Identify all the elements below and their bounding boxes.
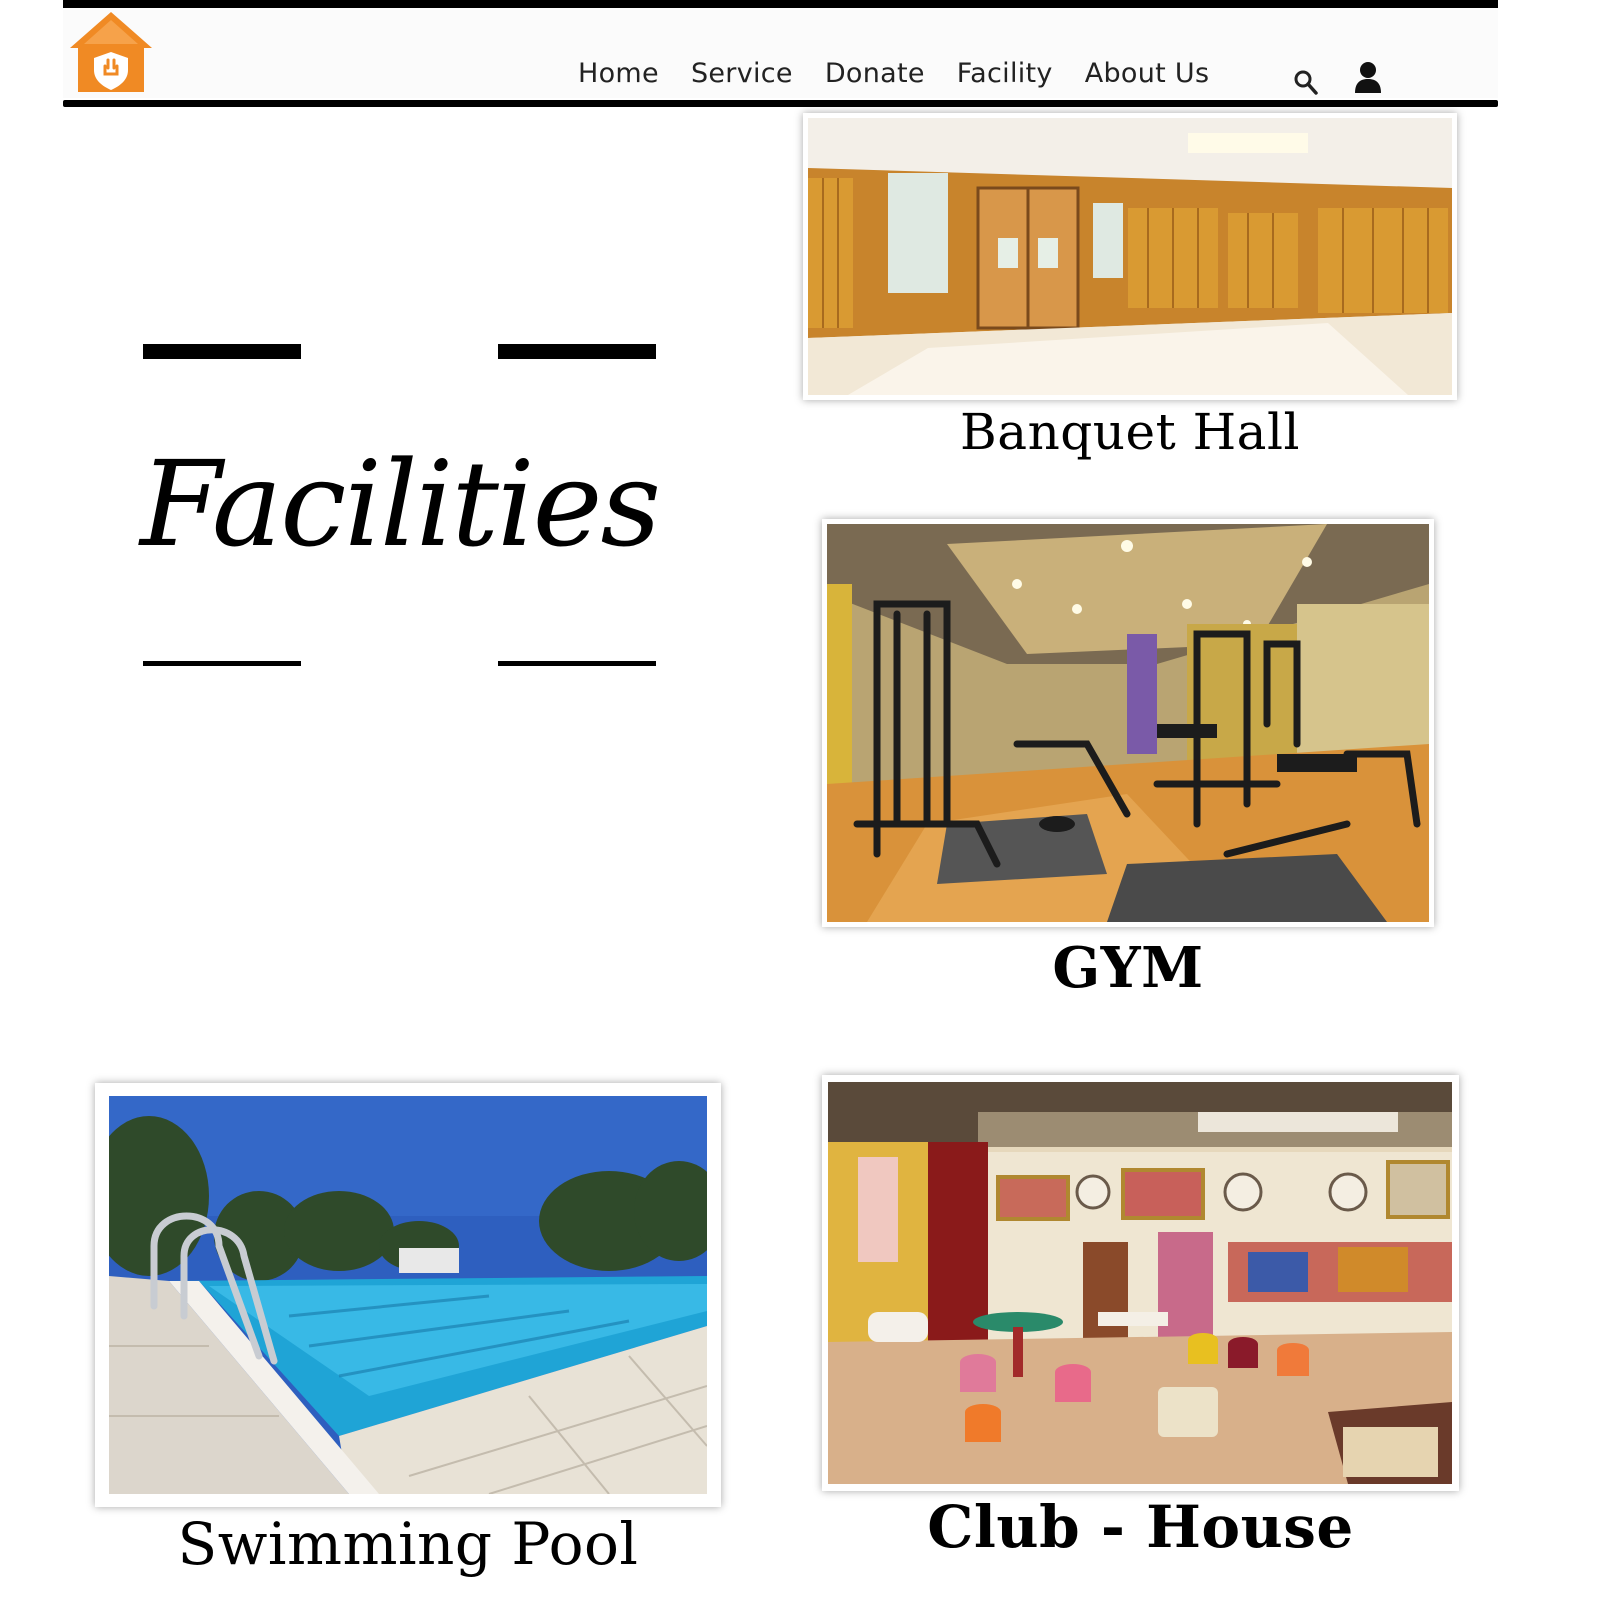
search-icon[interactable]: [1293, 68, 1319, 100]
nav-about-link[interactable]: About Us: [1085, 58, 1210, 98]
navbar-top-rule: [63, 0, 1498, 8]
club-house-photo: [828, 1082, 1452, 1484]
title-rule-bottom-right: [498, 661, 656, 666]
nav-facility-link[interactable]: Facility: [957, 58, 1053, 98]
title-rule-top-right: [498, 344, 656, 359]
nav-service-link[interactable]: Service: [691, 58, 793, 98]
banquet-hall-caption: Banquet Hall: [960, 403, 1300, 461]
banquet-hall-photo: [808, 118, 1452, 395]
gym-caption: GYM: [1052, 935, 1204, 1001]
nav-menu: Home Service Donate Facility About Us: [578, 58, 1241, 98]
swimming-pool-caption: Swimming Pool: [177, 1510, 639, 1578]
title-rule-top-left: [143, 344, 301, 359]
navbar-bottom-rule: [63, 100, 1498, 107]
facilities-page: Home Service Donate Facility About Us Fa…: [0, 0, 1600, 1600]
gym-photo: [827, 524, 1429, 922]
banquet-hall-card[interactable]: [803, 113, 1457, 400]
user-icon[interactable]: [1353, 60, 1383, 98]
swimming-pool-card[interactable]: [95, 1083, 721, 1507]
nav-donate-link[interactable]: Donate: [825, 58, 925, 98]
club-house-caption: Club - House: [927, 1493, 1354, 1561]
gym-card[interactable]: [822, 519, 1434, 927]
club-house-card[interactable]: [822, 1075, 1459, 1491]
swimming-pool-photo: [109, 1096, 707, 1494]
house-logo-icon[interactable]: [68, 8, 154, 94]
title-rule-bottom-left: [143, 661, 301, 666]
page-title: Facilities: [140, 435, 661, 573]
nav-home-link[interactable]: Home: [578, 58, 659, 98]
